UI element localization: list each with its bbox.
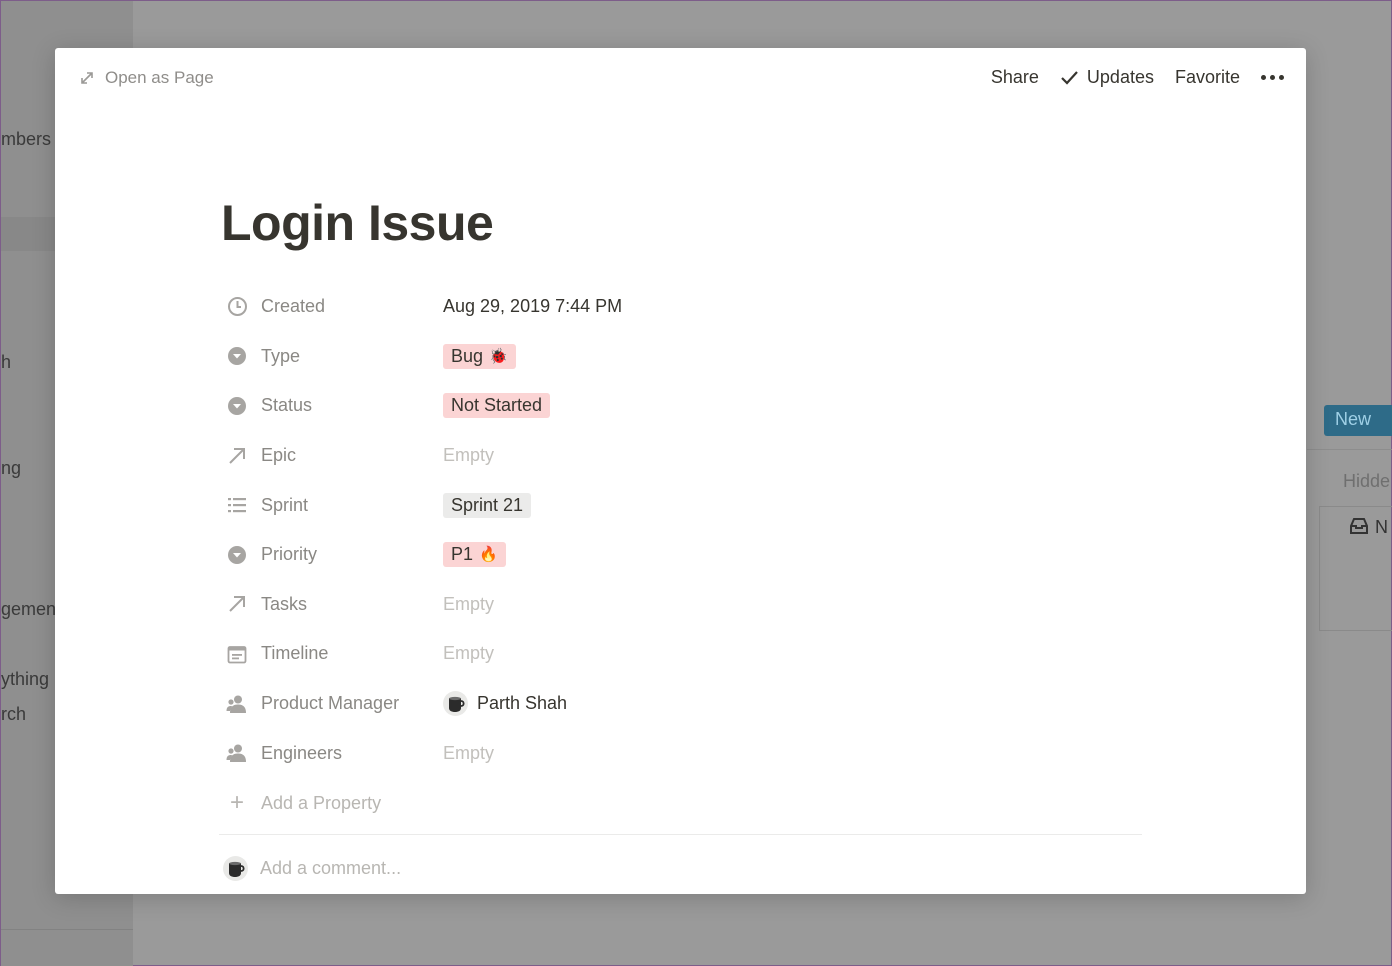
updates-button[interactable]: Updates	[1060, 67, 1154, 88]
share-button[interactable]: Share	[991, 67, 1039, 88]
background-sidebar-item: rch	[1, 704, 27, 724]
add-property-button[interactable]: + Add a Property	[226, 791, 381, 815]
page-modal: Open as Page Share Updates Favorite Logi…	[55, 48, 1306, 894]
comment-input[interactable]: Add a comment...	[223, 856, 401, 881]
property-row-timeline: Timeline Empty	[221, 629, 1151, 679]
property-label-sprint[interactable]: Sprint	[221, 494, 443, 516]
background-sidebar-item: ything	[1, 669, 50, 689]
divider	[219, 834, 1142, 835]
avatar	[443, 691, 468, 717]
property-label-timeline[interactable]: Timeline	[221, 643, 443, 665]
open-as-page-button[interactable]: Open as Page	[79, 68, 214, 88]
property-value-type[interactable]: Bug 🐞	[443, 343, 516, 369]
bug-emoji: 🐞	[489, 347, 508, 365]
property-row-epic: Epic Empty	[221, 431, 1151, 481]
comment-placeholder: Add a comment...	[260, 858, 402, 878]
background-sidebar-divider	[1, 929, 133, 930]
page-title[interactable]: Login Issue	[221, 194, 494, 252]
property-value-product-manager[interactable]: Parth Shah	[443, 691, 568, 717]
relation-arrow-icon	[226, 445, 248, 467]
background-card-title: N	[1349, 517, 1388, 538]
property-label-product-manager[interactable]: Product Manager	[221, 693, 443, 715]
status-tag: Not Started	[443, 393, 551, 419]
person-name: Parth Shah	[477, 693, 568, 714]
select-icon	[226, 544, 248, 566]
inbox-icon	[1350, 518, 1368, 534]
property-row-tasks: Tasks Empty	[221, 580, 1151, 630]
property-row-priority: Priority P1 🔥	[221, 530, 1151, 580]
property-label-epic[interactable]: Epic	[221, 445, 443, 467]
property-row-sprint: Sprint Sprint 21	[221, 480, 1151, 530]
property-label-status[interactable]: Status	[221, 395, 443, 417]
favorite-button[interactable]: Favorite	[1175, 67, 1240, 88]
property-value-sprint[interactable]: Sprint 21	[443, 492, 532, 518]
background-sidebar-item: mbers	[1, 129, 52, 149]
property-label-tasks[interactable]: Tasks	[221, 593, 443, 615]
relation-arrow-icon	[226, 593, 248, 615]
top-actions: Share Updates Favorite	[970, 67, 1284, 88]
fire-emoji: 🔥	[479, 546, 498, 564]
expand-icon	[81, 72, 93, 84]
type-tag: Bug 🐞	[443, 343, 516, 369]
property-label-engineers[interactable]: Engineers	[221, 742, 443, 764]
background-sidebar-item: gemen	[1, 599, 57, 619]
property-value-epic[interactable]: Empty	[443, 445, 494, 466]
property-label-created[interactable]: Created	[221, 296, 443, 318]
background-sidebar-item: h	[1, 352, 12, 372]
select-icon	[226, 345, 248, 367]
property-label-priority[interactable]: Priority	[221, 544, 443, 566]
avatar	[223, 856, 248, 881]
person-icon	[226, 693, 248, 715]
property-value-status[interactable]: Not Started	[443, 393, 551, 419]
open-as-page-label: Open as Page	[105, 68, 214, 87]
person-icon	[226, 742, 248, 764]
property-row-created: Created Aug 29, 2019 7:44 PM	[221, 282, 1151, 332]
background-hidden-label: Hidde	[1343, 471, 1391, 491]
background-sidebar-item: ng	[1, 458, 22, 478]
plus-icon: +	[229, 789, 244, 816]
clock-icon	[226, 296, 248, 318]
property-row-engineers: Engineers Empty	[221, 728, 1151, 778]
person-chip: Parth Shah	[443, 691, 568, 717]
property-value-timeline[interactable]: Empty	[443, 643, 494, 664]
select-icon	[226, 395, 248, 417]
more-options-icon[interactable]	[1261, 73, 1284, 82]
modal-topbar: Open as Page Share Updates Favorite	[55, 48, 1306, 110]
property-label-type[interactable]: Type	[221, 345, 443, 367]
properties-list: Created Aug 29, 2019 7:44 PM Type Bug 🐞	[221, 282, 1151, 778]
property-value-engineers[interactable]: Empty	[443, 743, 494, 764]
property-value-priority[interactable]: P1 🔥	[443, 542, 506, 568]
sprint-tag: Sprint 21	[443, 492, 532, 518]
calendar-icon	[226, 643, 248, 665]
list-icon	[226, 494, 248, 516]
property-row-status: Status Not Started	[221, 381, 1151, 431]
background-new-button: New	[1324, 405, 1392, 436]
background-divider	[1307, 449, 1392, 450]
property-value-created: Aug 29, 2019 7:44 PM	[443, 296, 623, 317]
checkmark-icon	[1061, 70, 1078, 85]
property-row-type: Type Bug 🐞	[221, 332, 1151, 382]
property-row-product-manager: Product Manager Parth Shah	[221, 679, 1151, 729]
priority-tag: P1 🔥	[443, 542, 506, 568]
property-value-tasks[interactable]: Empty	[443, 594, 494, 615]
